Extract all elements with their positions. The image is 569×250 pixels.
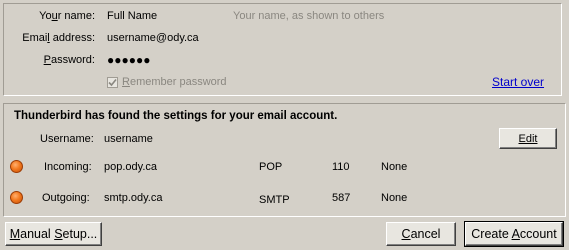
create-account-label: Create Account bbox=[471, 227, 557, 241]
checkmark-icon bbox=[108, 78, 117, 86]
incoming-status-icon bbox=[10, 160, 23, 173]
email-value[interactable]: username@ody.ca bbox=[107, 32, 199, 44]
username-label: Username: bbox=[40, 133, 94, 145]
remember-password-label: Remember password bbox=[122, 76, 227, 88]
incoming-security: None bbox=[381, 161, 408, 173]
outgoing-host: smtp.ody.ca bbox=[104, 192, 163, 204]
outgoing-port: 587 bbox=[332, 192, 351, 204]
found-heading: Thunderbird has found the settings for y… bbox=[14, 110, 338, 122]
checkbox-icon bbox=[107, 76, 118, 88]
outgoing-status-icon bbox=[10, 191, 23, 204]
incoming-port: 110 bbox=[332, 161, 350, 173]
incoming-host: pop.ody.ca bbox=[104, 161, 158, 173]
cancel-button[interactable]: Cancel bbox=[386, 222, 456, 246]
password-field[interactable]: ●●●●●● bbox=[107, 53, 151, 67]
outgoing-protocol: SMTP bbox=[259, 194, 290, 206]
manual-setup-label: Manual Setup... bbox=[9, 227, 98, 241]
email-label: Email address: bbox=[22, 32, 95, 44]
start-over-link[interactable]: Start over bbox=[492, 75, 544, 89]
name-hint: Your name, as shown to others bbox=[233, 10, 385, 22]
name-value[interactable]: Full Name bbox=[107, 10, 157, 22]
name-label: Your name: bbox=[39, 10, 95, 22]
incoming-label: Incoming: bbox=[44, 161, 92, 173]
incoming-protocol: POP bbox=[259, 161, 283, 173]
manual-setup-button[interactable]: Manual Setup... bbox=[5, 222, 102, 246]
outgoing-security: None bbox=[381, 192, 408, 204]
remember-password-checkbox[interactable]: Remember password bbox=[107, 76, 227, 88]
password-label: Password: bbox=[43, 54, 95, 66]
outgoing-label: Outgoing: bbox=[42, 192, 90, 204]
cancel-label: Cancel bbox=[401, 227, 441, 241]
create-account-button[interactable]: Create Account bbox=[464, 221, 564, 247]
edit-button-label: Edit bbox=[518, 132, 538, 145]
edit-button[interactable]: Edit bbox=[499, 128, 557, 149]
username-value: username bbox=[104, 133, 153, 145]
